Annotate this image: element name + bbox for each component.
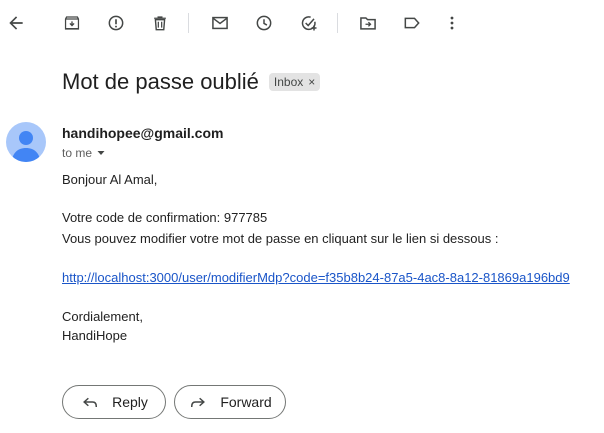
inbox-label-text: Inbox: [273, 75, 304, 89]
instruction-line: Vous pouvez modifier votre mot de passe …: [62, 231, 499, 246]
email-toolbar: [0, 0, 604, 46]
forward-label: Forward: [220, 394, 272, 410]
toolbar-divider: [188, 13, 189, 33]
archive-icon[interactable]: [60, 11, 84, 35]
reply-icon: [83, 397, 98, 407]
email-signature: HandiHope: [62, 328, 128, 343]
avatar[interactable]: [6, 122, 46, 162]
forward-button[interactable]: Forward: [174, 385, 286, 419]
email-closing: Cordialement,: [62, 309, 143, 324]
email-subject: Mot de passe oublié: [62, 69, 259, 94]
person-icon: [12, 131, 40, 162]
reply-label: Reply: [112, 394, 148, 410]
reply-button[interactable]: Reply: [62, 385, 166, 419]
recipient-label: to me: [62, 146, 93, 160]
inbox-label-chip[interactable]: Inbox ×: [268, 73, 321, 91]
subject-row: Mot de passe oublié Inbox ×: [62, 66, 321, 98]
mark-unread-icon[interactable]: [208, 11, 232, 35]
email-greeting: Bonjour Al Amal,: [62, 172, 158, 187]
move-to-icon[interactable]: [356, 11, 380, 35]
recipient-details-toggle[interactable]: to me: [62, 146, 106, 160]
report-spam-icon[interactable]: [104, 11, 128, 35]
confirmation-code-line: Votre code de confirmation: 977785: [62, 210, 268, 225]
forward-icon: [191, 397, 206, 407]
remove-label-icon[interactable]: ×: [308, 75, 315, 89]
back-arrow-icon[interactable]: [4, 11, 28, 35]
more-options-icon[interactable]: [440, 11, 464, 35]
label-icon[interactable]: [400, 11, 424, 35]
reset-password-link[interactable]: http://localhost:3000/user/modifierMdp?c…: [62, 270, 570, 285]
toolbar-divider: [337, 13, 338, 33]
add-to-tasks-icon[interactable]: [297, 11, 321, 35]
snooze-icon[interactable]: [252, 11, 276, 35]
caret-down-icon: [97, 151, 105, 155]
sender-email[interactable]: handihopee@gmail.com: [62, 125, 223, 141]
delete-icon[interactable]: [148, 11, 172, 35]
